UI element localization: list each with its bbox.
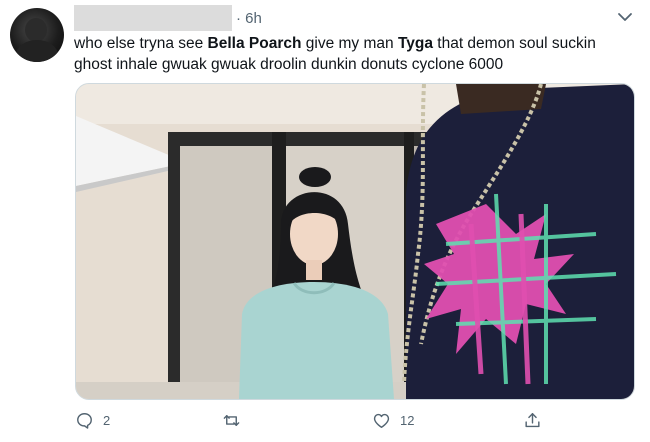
avatar[interactable]	[10, 8, 64, 62]
share-button[interactable]	[523, 408, 542, 432]
tweet-text-bold-name: Tyga	[397, 35, 433, 52]
share-icon	[525, 412, 540, 427]
caret-down-icon	[618, 13, 632, 21]
tweet-text-segment: give my man	[301, 35, 398, 52]
like-count: 12	[400, 412, 415, 428]
retweet-button[interactable]	[222, 408, 250, 432]
retweet-icon	[223, 414, 240, 426]
reply-count: 2	[103, 412, 111, 428]
tweet-actions: 2 12	[0, 408, 650, 436]
redacted-username	[74, 5, 232, 31]
tweet-media-image[interactable]	[75, 83, 635, 400]
tweet-text-bold-name: Bella Poarch	[207, 35, 302, 52]
more-options-button[interactable]	[616, 8, 634, 26]
like-button[interactable]: 12	[372, 408, 414, 432]
reply-button[interactable]: 2	[75, 408, 110, 432]
tweet-text-segment: who else tryna see	[74, 35, 208, 52]
avatar-head	[25, 18, 47, 42]
tweet-time[interactable]: · 6h	[236, 10, 262, 27]
like-icon	[373, 413, 390, 428]
media-photo	[76, 84, 634, 399]
reply-icon	[77, 412, 92, 429]
tweet-time-value: 6h	[245, 10, 262, 27]
tweet-text: who else tryna see Bella Poarch give my …	[74, 33, 634, 75]
avatar-shoulders	[16, 40, 58, 62]
